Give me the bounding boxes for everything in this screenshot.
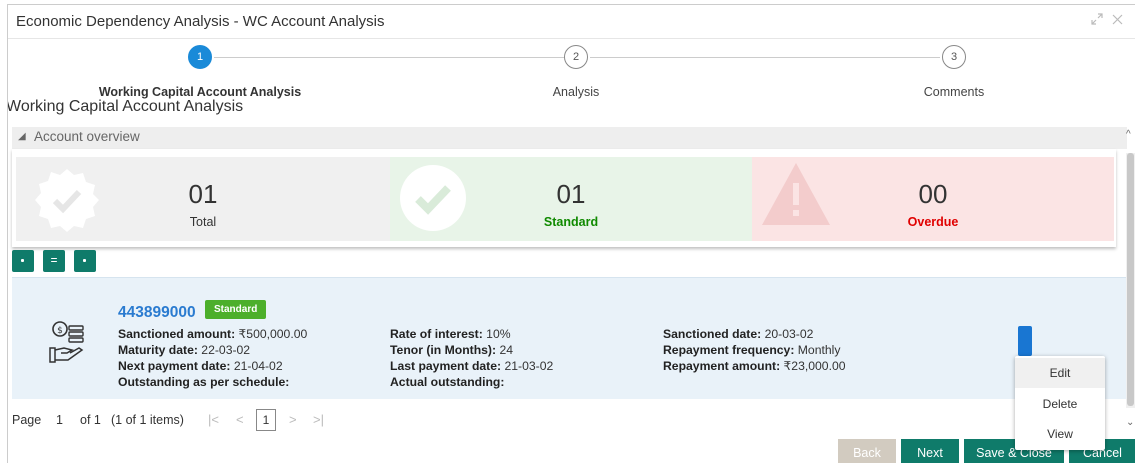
dialog-window: Economic Dependency Analysis - WC Accoun… [7,4,1135,463]
actions-context-menu: Edit Delete View [1015,356,1105,450]
step-3-indicator[interactable]: 3 [942,45,966,69]
account-overview-header[interactable]: ◢ Account overview [12,127,1127,149]
step-2-indicator[interactable]: 2 [564,45,588,69]
page-total: of 1 [80,413,101,427]
title-bar: Economic Dependency Analysis - WC Accoun… [8,5,1135,39]
rate-of-interest: Rate of interest: 10% [390,327,511,341]
last-page-icon[interactable]: >| [313,412,324,427]
prev-page-icon[interactable]: < [236,412,244,427]
total-label: Total [189,215,217,229]
maturity-date: Maturity date: 22-03-02 [118,343,251,357]
sanctioned-amount: Sanctioned amount: ₹500,000.00 [118,327,308,341]
tile-view-button[interactable] [12,250,34,272]
total-card[interactable]: 01 Total [16,157,390,241]
current-page-button[interactable]: 1 [256,409,276,431]
section-label: Account overview [34,129,140,144]
step-3-label[interactable]: Comments [824,85,1084,99]
repayment-amount: Repayment amount: ₹23,000.00 [663,359,846,373]
standard-count: 01 [556,179,586,209]
collapse-caret-icon[interactable]: ◢ [18,131,26,142]
actions-menu-button[interactable] [1018,326,1032,356]
pagination: Page 1 of 1 (1 of 1 items) |< < 1 > >| [10,407,610,431]
tenor: Tenor (in Months): 24 [390,343,514,357]
sanctioned-date: Sanctioned date: 20-03-02 [663,327,814,341]
overview-cards: 01 Total 01 Standard 00 Overdue [12,149,1116,247]
scroll-down-icon[interactable]: ⌄ [1126,417,1134,428]
maximize-icon[interactable] [1091,13,1103,28]
page-number: 1 [56,413,63,427]
account-list-item[interactable]: $ 443899000 Standard Sanctioned amount: … [12,277,1126,399]
standard-card[interactable]: 01 Standard [390,157,752,241]
step-1-label[interactable]: Working Capital Account Analysis [70,85,330,99]
account-number-link[interactable]: 443899000 [118,304,196,322]
step-1-indicator[interactable]: 1 [188,45,212,69]
total-count: 01 [188,179,218,209]
menu-item-view[interactable]: View [1015,419,1105,449]
actual-outstanding: Actual outstanding: [390,375,505,389]
overdue-label: Overdue [907,215,959,229]
next-button[interactable]: Next [901,439,959,463]
step-connector [590,57,940,58]
outstanding-per-schedule: Outstanding as per schedule: [118,375,290,389]
first-page-icon[interactable]: |< [208,412,219,427]
last-payment-date: Last payment date: 21-03-02 [390,359,554,373]
page-label: Page [12,413,42,427]
scroll-up-icon[interactable]: ^ [1126,129,1131,140]
list-view-button[interactable] [43,250,65,272]
svg-text:$: $ [57,326,63,336]
step-connector [214,57,564,58]
overdue-count: 00 [918,179,948,209]
next-page-icon[interactable]: > [289,412,297,427]
wizard-stepper: 1 2 3 Working Capital Account Analysis A… [8,39,1135,107]
menu-item-edit[interactable]: Edit [1015,358,1105,388]
close-icon[interactable] [1112,13,1123,28]
status-badge: Standard [205,300,267,319]
scrollbar-thumb[interactable] [1127,153,1134,406]
step-2-label[interactable]: Analysis [446,85,706,99]
next-payment-date: Next payment date: 21-04-02 [118,359,283,373]
back-button[interactable]: Back [838,439,896,463]
items-count: (1 of 1 items) [111,413,184,427]
standard-label: Standard [543,215,599,229]
repayment-frequency: Repayment frequency: Monthly [663,343,841,357]
loan-money-hand-icon: $ [48,320,88,369]
overdue-card[interactable]: 00 Overdue [752,157,1114,241]
grid-view-button[interactable] [74,250,96,272]
menu-item-delete[interactable]: Delete [1015,389,1105,419]
window-title: Economic Dependency Analysis - WC Accoun… [16,13,385,30]
page-title: Working Capital Account Analysis [7,98,244,115]
